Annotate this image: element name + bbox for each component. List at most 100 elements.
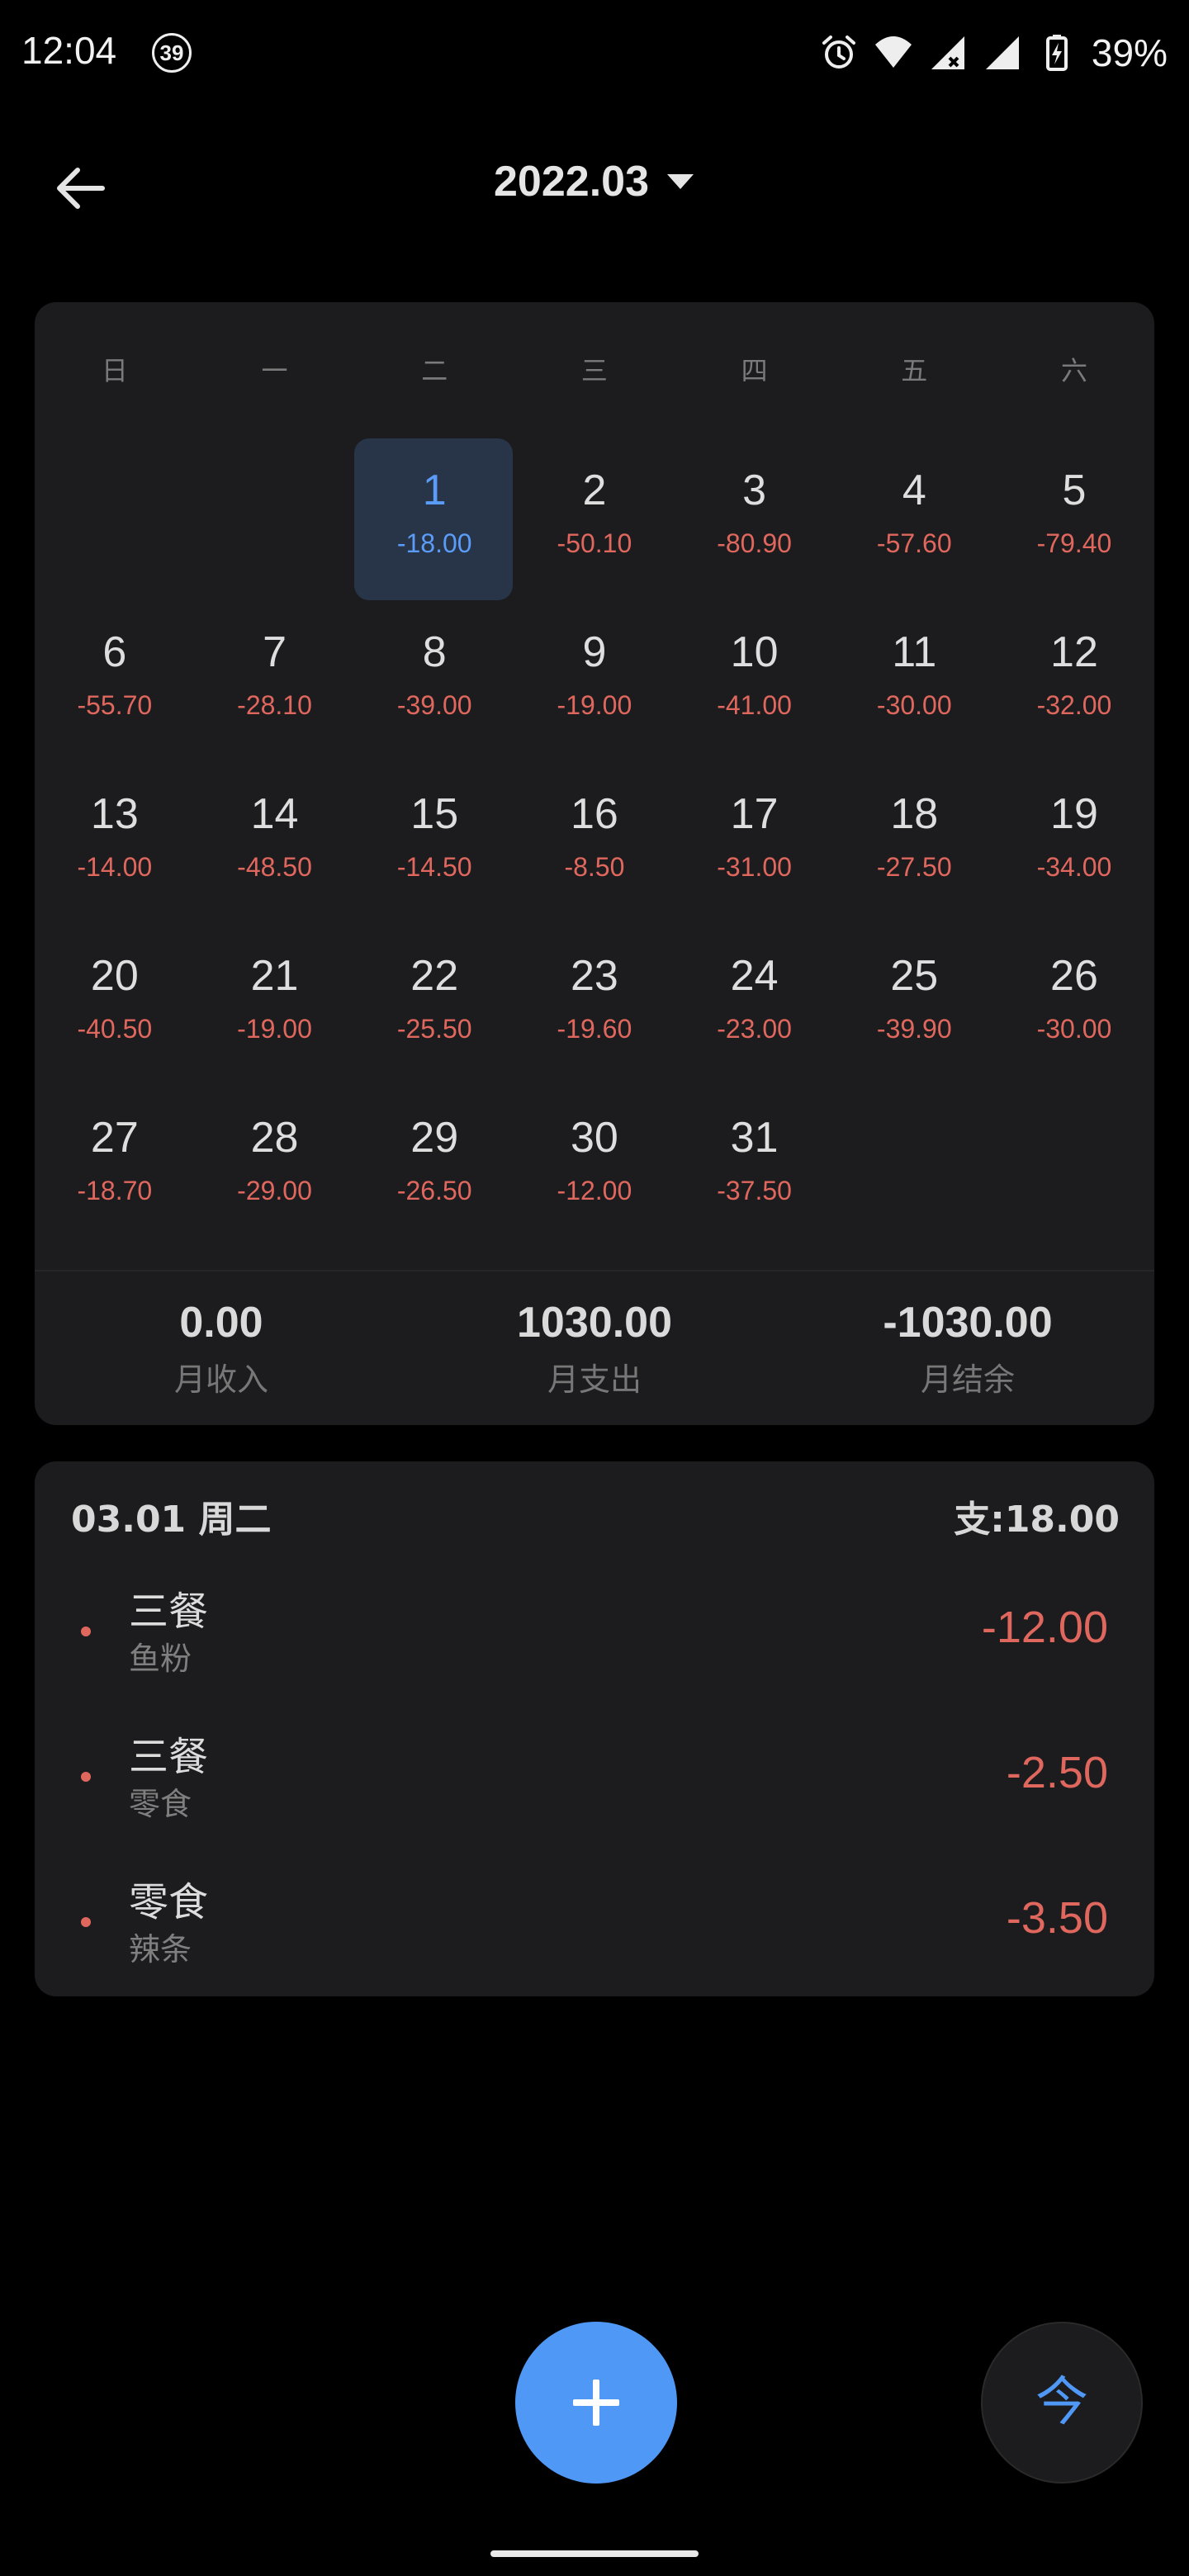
balance-label: 月结余 — [920, 1361, 1015, 1398]
day-number: 30 — [570, 1114, 618, 1162]
day-number: 26 — [1050, 952, 1098, 1000]
calendar-day-cell[interactable]: 7 -28.10 — [195, 596, 355, 758]
entry-amount: -2.50 — [1006, 1748, 1108, 1797]
day-number: 27 — [90, 1114, 139, 1162]
calendar-day-cell[interactable]: 1 -18.00 — [354, 434, 514, 600]
home-indicator[interactable] — [490, 2550, 699, 2557]
calendar-day-cell[interactable]: 9 -19.00 — [514, 596, 675, 758]
day-number: 8 — [422, 628, 447, 676]
battery-percent: 39% — [1091, 31, 1168, 74]
list-item[interactable]: 三餐 鱼粉 -12.00 — [35, 1572, 1154, 1704]
entry-category: 零食 — [129, 1879, 209, 1925]
day-amount: -18.70 — [77, 1176, 153, 1205]
day-number: 22 — [410, 952, 459, 1000]
day-amount: -12.00 — [557, 1176, 632, 1205]
day-number: 16 — [570, 790, 618, 838]
calendar-day-cell[interactable]: 23 -19.60 — [514, 920, 675, 1082]
day-number: 7 — [263, 628, 287, 676]
day-amount: -14.00 — [77, 852, 153, 882]
calendar-day-cell[interactable]: 30 -12.00 — [514, 1082, 675, 1243]
calendar-empty-cell — [994, 1082, 1154, 1243]
calendar-day-cell[interactable]: 19 -34.00 — [994, 758, 1154, 920]
entry-note: 辣条 — [129, 1931, 192, 1968]
day-amount: -19.00 — [557, 690, 632, 720]
bullet-dot — [81, 1772, 91, 1782]
balance-summary: -1030.00 月结余 — [781, 1298, 1154, 1399]
day-number: 10 — [730, 628, 779, 676]
calendar-day-cell[interactable]: 16 -8.50 — [514, 758, 675, 920]
day-amount: -80.90 — [717, 528, 792, 558]
calendar-day-cell[interactable]: 24 -23.00 — [675, 920, 835, 1082]
calendar-week-row: 20 -40.50 21 -19.00 22 -25.50 23 -19.60 24 -23.00… — [35, 920, 1154, 1082]
day-number: 20 — [90, 952, 139, 1000]
add-record-button[interactable] — [515, 2322, 677, 2484]
status-bar: 12:04 39 39% — [0, 0, 1189, 107]
list-item[interactable]: 零食 辣条 -3.50 — [35, 1863, 1154, 1995]
day-amount: -30.00 — [1036, 1014, 1112, 1044]
day-amount: -55.70 — [77, 690, 153, 720]
calendar-day-cell[interactable]: 12 -32.00 — [994, 596, 1154, 758]
day-amount: -79.40 — [1036, 528, 1112, 558]
day-amount: -27.50 — [876, 852, 952, 882]
calendar-day-cell[interactable]: 6 -55.70 — [35, 596, 195, 758]
calendar-day-cell[interactable]: 21 -19.00 — [195, 920, 355, 1082]
expense-value: 1030.00 — [517, 1299, 672, 1347]
calendar-day-cell[interactable]: 13 -14.00 — [35, 758, 195, 920]
calendar-day-cell[interactable]: 2 -50.10 — [514, 434, 675, 596]
calendar-week-row: 13 -14.00 14 -48.50 15 -14.50 16 -8.50 17 -31.00 1… — [35, 758, 1154, 920]
day-amount: -18.00 — [396, 528, 472, 558]
day-amount: -14.50 — [396, 852, 472, 882]
day-amount: -50.10 — [557, 528, 632, 558]
calendar-grid: 1 -18.00 2 -50.10 3 -80.90 4 -57.60 5 -79.40 6 -55.… — [35, 434, 1154, 1243]
calendar-day-cell[interactable]: 5 -79.40 — [994, 434, 1154, 596]
entry-amount: -3.50 — [1006, 1893, 1108, 1943]
weekday-header: 日 一 二 三 四 五 六 — [35, 350, 1154, 388]
signal-icon — [985, 36, 1019, 69]
calendar-day-cell[interactable]: 26 -30.00 — [994, 920, 1154, 1082]
day-number: 31 — [730, 1114, 779, 1162]
month-selector[interactable]: 2022.03 — [494, 157, 695, 206]
calendar-day-cell[interactable]: 29 -26.50 — [354, 1082, 514, 1243]
calendar-day-cell[interactable]: 17 -31.00 — [675, 758, 835, 920]
calendar-day-cell[interactable]: 11 -30.00 — [834, 596, 994, 758]
entry-amount: -12.00 — [981, 1603, 1108, 1652]
day-amount: -40.50 — [77, 1014, 153, 1044]
calendar-day-cell[interactable]: 15 -14.50 — [354, 758, 514, 920]
calendar-day-cell[interactable]: 22 -25.50 — [354, 920, 514, 1082]
calendar-day-cell[interactable]: 25 -39.90 — [834, 920, 994, 1082]
day-amount: -48.50 — [237, 852, 312, 882]
today-button[interactable]: 今 — [981, 2322, 1143, 2484]
day-amount: -39.90 — [876, 1014, 952, 1044]
day-number: 23 — [570, 952, 618, 1000]
alarm-icon — [822, 36, 855, 69]
day-amount: -26.50 — [396, 1176, 472, 1205]
calendar-day-cell[interactable]: 8 -39.00 — [354, 596, 514, 758]
calendar-week-row: 1 -18.00 2 -50.10 3 -80.90 4 -57.60 5 -79.40 — [35, 434, 1154, 600]
calendar-day-cell[interactable]: 3 -80.90 — [675, 434, 835, 596]
day-amount: -30.00 — [876, 690, 952, 720]
balance-value: -1030.00 — [883, 1299, 1053, 1347]
calendar-day-cell[interactable]: 20 -40.50 — [35, 920, 195, 1082]
calendar-day-cell[interactable]: 27 -18.70 — [35, 1082, 195, 1243]
calendar-day-cell[interactable]: 28 -29.00 — [195, 1082, 355, 1243]
bullet-dot — [81, 1917, 91, 1927]
day-amount: -31.00 — [717, 852, 792, 882]
day-amount: -19.60 — [557, 1014, 632, 1044]
day-number: 2 — [582, 466, 607, 514]
calendar-day-cell[interactable]: 18 -27.50 — [834, 758, 994, 920]
day-number: 13 — [90, 790, 139, 838]
calendar-day-cell[interactable]: 4 -57.60 — [834, 434, 994, 596]
list-item[interactable]: 三餐 零食 -2.50 — [35, 1717, 1154, 1849]
day-amount: -41.00 — [717, 690, 792, 720]
day-amount: -19.00 — [237, 1014, 312, 1044]
summary-divider — [35, 1270, 1154, 1271]
calendar-day-cell[interactable]: 14 -48.50 — [195, 758, 355, 920]
expense-summary: 1030.00 月支出 — [408, 1298, 781, 1399]
battery-charging-icon — [1045, 35, 1068, 71]
calendar-day-cell[interactable]: 31 -37.50 — [675, 1082, 835, 1243]
calendar-day-cell[interactable]: 10 -41.00 — [675, 596, 835, 758]
day-amount: -32.00 — [1036, 690, 1112, 720]
income-value: 0.00 — [179, 1299, 263, 1347]
bullet-dot — [81, 1627, 91, 1636]
signal-no-data-icon — [931, 36, 964, 69]
